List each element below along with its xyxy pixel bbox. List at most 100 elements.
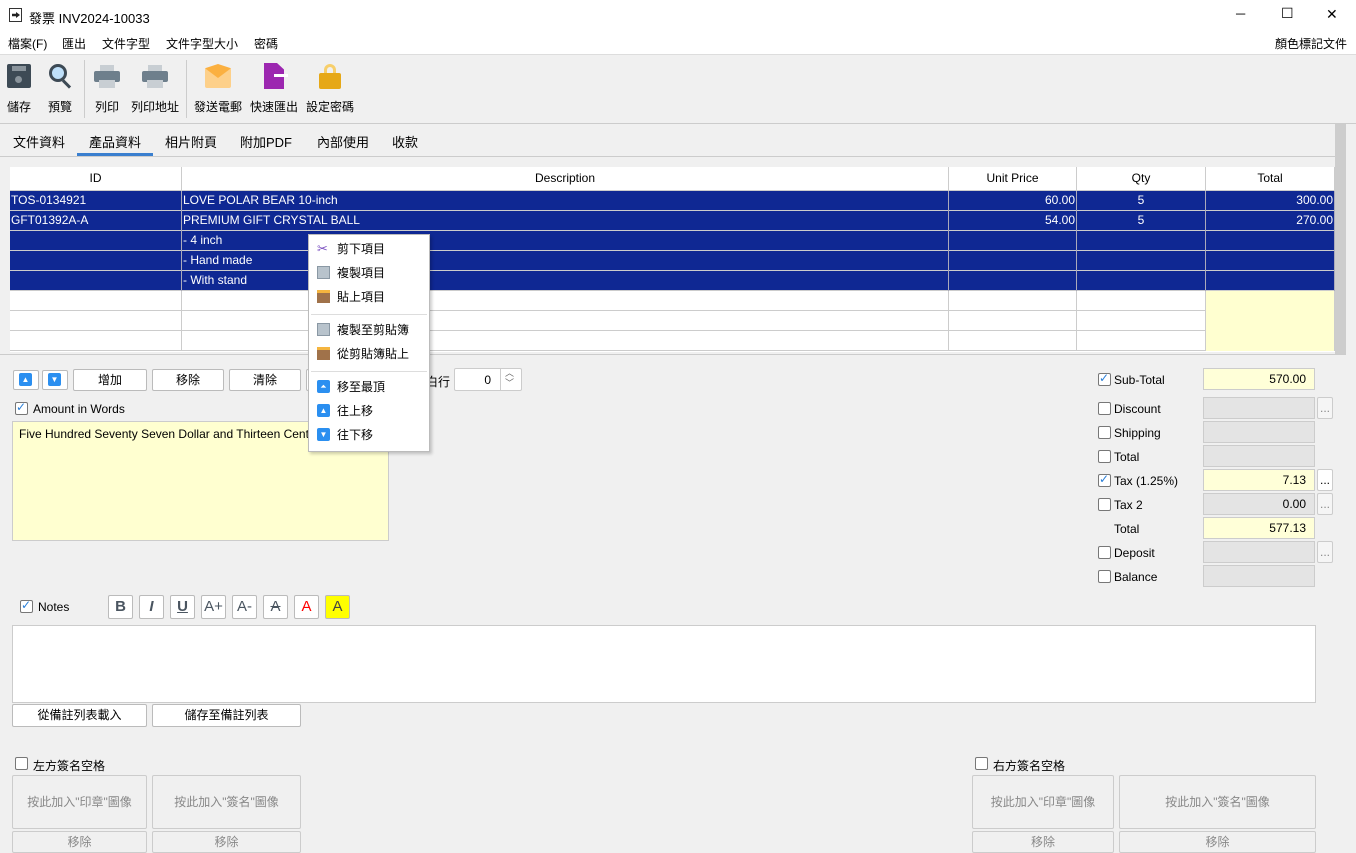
table-cell[interactable] — [1077, 291, 1206, 311]
menu-cut-item[interactable]: ✂ 剪下項目 — [309, 238, 429, 260]
tab-document-info[interactable]: 文件資料 — [13, 132, 65, 151]
total-checkbox[interactable] — [1098, 546, 1111, 559]
total-checkbox[interactable] — [1098, 570, 1111, 583]
preview-button[interactable]: 預覽 — [44, 60, 76, 115]
notes-textarea[interactable] — [12, 625, 1316, 703]
right-stamp-button[interactable]: 按此加入"印章"圖像 — [972, 775, 1114, 829]
total-value-field[interactable] — [1203, 397, 1315, 419]
table-cell[interactable] — [1206, 251, 1335, 271]
total-checkbox[interactable] — [1098, 426, 1111, 439]
table-cell[interactable] — [1206, 311, 1335, 331]
table-cell[interactable] — [1077, 271, 1206, 291]
more-options-button[interactable]: ... — [1317, 397, 1333, 419]
table-cell[interactable] — [1206, 231, 1335, 251]
table-cell[interactable] — [10, 231, 182, 251]
table-cell[interactable]: PREMIUM GIFT CRYSTAL BALL — [182, 211, 949, 231]
table-cell[interactable] — [10, 271, 182, 291]
table-cell[interactable]: LOVE POLAR BEAR 10-inch — [182, 191, 949, 211]
table-cell[interactable] — [949, 291, 1077, 311]
notes-checkbox[interactable] — [20, 598, 33, 613]
menu-export[interactable]: 匯出 — [62, 35, 86, 52]
menu-paste-item[interactable]: 貼上項目 — [309, 286, 429, 308]
table-row[interactable] — [10, 311, 1335, 331]
table-cell[interactable] — [10, 311, 182, 331]
increase-font-button[interactable]: A+ — [201, 595, 226, 619]
table-cell[interactable] — [949, 251, 1077, 271]
remove-row-button[interactable]: 移除 — [152, 369, 224, 391]
tab-attach-pdf[interactable]: 附加PDF — [240, 132, 292, 151]
table-row[interactable] — [10, 291, 1335, 311]
font-color-button[interactable]: A — [294, 595, 319, 619]
menu-move-down-item[interactable]: ▼ 往下移 — [309, 424, 429, 446]
table-cell[interactable]: 5 — [1077, 211, 1206, 231]
move-down-button[interactable]: ▼ — [42, 370, 68, 390]
total-value-field[interactable] — [1203, 541, 1315, 563]
table-row[interactable]: GFT01392A-A PREMIUM GIFT CRYSTAL BALL 54.0… — [10, 211, 1335, 231]
menu-font-size[interactable]: 文件字型大小 — [166, 35, 238, 52]
total-checkbox[interactable] — [1098, 472, 1111, 487]
table-cell[interactable] — [1206, 271, 1335, 291]
total-checkbox[interactable] — [1098, 371, 1111, 386]
column-header[interactable]: Description — [182, 167, 949, 191]
table-cell[interactable] — [10, 291, 182, 311]
menu-paste-clipboard-item[interactable]: 從剪貼簿貼上 — [309, 343, 429, 365]
bold-button[interactable]: B — [108, 595, 133, 619]
table-cell[interactable]: GFT01392A-A — [10, 211, 182, 231]
right-stamp-remove-button[interactable]: 移除 — [972, 831, 1114, 853]
highlight-button[interactable]: A — [325, 595, 350, 619]
column-header[interactable]: Total — [1206, 167, 1335, 191]
load-notes-button[interactable]: 從備註列表載入 — [12, 704, 147, 727]
total-value-field[interactable] — [1203, 445, 1315, 467]
italic-button[interactable]: I — [139, 595, 164, 619]
add-row-button[interactable]: 增加 — [73, 369, 147, 391]
total-checkbox[interactable] — [1098, 402, 1111, 415]
table-header[interactable]: ID Description Unit Price Qty Total — [10, 167, 1335, 191]
table-cell[interactable] — [949, 311, 1077, 331]
table-cell[interactable] — [1206, 331, 1335, 351]
print-button[interactable]: 列印 — [92, 60, 122, 115]
close-button[interactable]: ✕ — [1326, 6, 1338, 23]
save-button[interactable]: 儲存 — [4, 60, 34, 115]
more-options-button[interactable]: ... — [1317, 469, 1333, 491]
total-value-field[interactable]: 577.13 — [1203, 517, 1315, 539]
table-cell[interactable] — [182, 291, 949, 311]
total-checkbox[interactable] — [1098, 498, 1111, 511]
minimize-button[interactable]: ─ — [1236, 6, 1245, 21]
table-row[interactable]: - 4 inch — [10, 231, 1335, 251]
menu-font[interactable]: 文件字型 — [102, 35, 150, 52]
table-cell[interactable] — [10, 251, 182, 271]
right-sign-button[interactable]: 按此加入"簽名"圖像 — [1119, 775, 1316, 829]
table-cell[interactable]: - With stand — [182, 271, 949, 291]
table-cell[interactable] — [182, 311, 949, 331]
menu-file[interactable]: 檔案(F) — [8, 35, 47, 52]
table-cell[interactable]: 300.00 — [1206, 191, 1335, 211]
table-row[interactable]: TOS-0134921 LOVE POLAR BEAR 10-inch 60.00 5… — [10, 191, 1335, 211]
right-sign-remove-button[interactable]: 移除 — [1119, 831, 1316, 853]
table-cell[interactable] — [1077, 251, 1206, 271]
more-options-button[interactable]: ... — [1317, 541, 1333, 563]
save-notes-button[interactable]: 儲存至備註列表 — [152, 704, 301, 727]
table-cell[interactable] — [1206, 291, 1335, 311]
table-cell[interactable] — [949, 231, 1077, 251]
tab-internal-use[interactable]: 內部使用 — [317, 132, 369, 151]
table-row[interactable]: - With stand — [10, 271, 1335, 291]
amount-words-checkbox[interactable] — [15, 400, 28, 415]
table-row[interactable] — [10, 331, 1335, 351]
set-password-button[interactable]: 設定密碼 — [304, 60, 356, 115]
left-sign-remove-button[interactable]: 移除 — [152, 831, 301, 853]
tab-photo-pages[interactable]: 相片附頁 — [165, 132, 217, 151]
table-cell[interactable]: 270.00 — [1206, 211, 1335, 231]
total-checkbox[interactable] — [1098, 450, 1111, 463]
menu-password[interactable]: 密碼 — [254, 35, 278, 52]
quick-export-button[interactable]: 快速匯出 — [248, 60, 300, 115]
table-cell[interactable]: 5 — [1077, 191, 1206, 211]
left-sign-button[interactable]: 按此加入"簽名"圖像 — [152, 775, 301, 829]
print-address-button[interactable]: 列印地址 — [129, 60, 181, 115]
menu-color-mark[interactable]: 顏色標記文件 — [1275, 35, 1347, 52]
table-cell[interactable] — [1077, 231, 1206, 251]
total-value-field[interactable] — [1203, 421, 1315, 443]
menu-copy-item[interactable]: 複製項目 — [309, 262, 429, 284]
left-stamp-button[interactable]: 按此加入"印章"圖像 — [12, 775, 147, 829]
table-cell[interactable] — [949, 331, 1077, 351]
total-value-field[interactable]: 0.00 — [1203, 493, 1315, 515]
